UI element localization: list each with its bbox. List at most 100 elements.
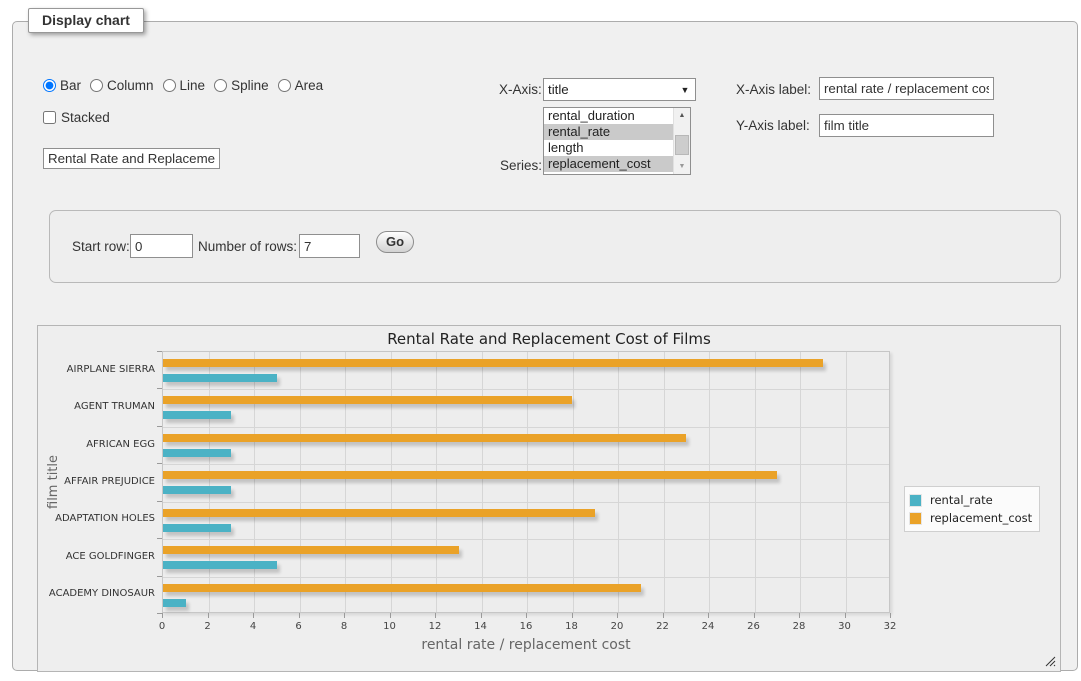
series-listbox[interactable]: rental_durationrental_ratelengthreplacem… [543, 107, 691, 175]
legend-swatch-rental-rate [909, 494, 922, 507]
fieldset-legend-text: Display chart [42, 12, 130, 28]
x-axis-label-label: X-Axis label: [736, 82, 811, 97]
x-tick-mark [572, 613, 573, 618]
x-axis-label-input[interactable] [819, 77, 994, 100]
y-tick-mark [157, 351, 162, 352]
x-tick-mark [390, 613, 391, 618]
series-select-label: Series: [500, 158, 542, 173]
chart-type-radio-line[interactable] [163, 79, 176, 92]
chart-type-label-spline: Spline [231, 78, 269, 93]
y-tick-mark [157, 538, 162, 539]
legend-swatch-replacement-cost [909, 512, 922, 525]
gridline-horizontal [163, 539, 889, 540]
category-label: AFRICAN EGG [38, 439, 155, 450]
gridline-vertical [209, 352, 210, 612]
chart-title-input[interactable] [43, 148, 220, 169]
x-axis-select[interactable]: title ▼ [543, 78, 696, 101]
x-tick-label: 8 [341, 621, 347, 632]
y-tick-mark [157, 501, 162, 502]
chart-type-option-bar[interactable]: Bar [43, 78, 81, 93]
gridline-horizontal [163, 427, 889, 428]
category-label: ADAPTATION HOLES [38, 513, 155, 524]
start-row-label: Start row: [72, 239, 130, 254]
x-axis-select-value: title [544, 82, 675, 97]
series-option-replacement-cost[interactable]: replacement_cost [544, 156, 673, 172]
series-listbox-scrollbar[interactable]: ▲ ▼ [673, 108, 690, 174]
category-label: AFFAIR PREJUDICE [38, 476, 155, 487]
y-tick-mark [157, 426, 162, 427]
gridline-vertical [254, 352, 255, 612]
bar-rental-rate-ace-goldfinger [163, 561, 277, 569]
bar-rental-rate-airplane-sierra [163, 374, 277, 382]
chart-legend: rental_ratereplacement_cost [904, 486, 1040, 532]
chart-type-radiogroup: Bar Column Line Spline Area [43, 78, 332, 93]
chevron-down-icon: ▼ [675, 85, 695, 95]
chart-title: Rental Rate and Replacement Cost of Film… [38, 330, 1060, 348]
chart-type-radio-column[interactable] [90, 79, 103, 92]
x-tick-mark [208, 613, 209, 618]
chart-type-label-area: Area [295, 78, 324, 93]
resize-handle-icon[interactable] [1045, 656, 1056, 667]
x-tick-label: 26 [747, 621, 760, 632]
series-option-length[interactable]: length [544, 140, 673, 156]
y-tick-mark [157, 576, 162, 577]
chart-type-radio-area[interactable] [278, 79, 291, 92]
bar-replacement-cost-african-egg [163, 434, 686, 442]
gridline-vertical [755, 352, 756, 612]
bar-replacement-cost-ace-goldfinger [163, 546, 459, 554]
x-tick-label: 14 [474, 621, 487, 632]
go-button[interactable]: Go [376, 231, 414, 253]
chart-type-radio-bar[interactable] [43, 79, 56, 92]
x-tick-label: 18 [565, 621, 578, 632]
gridline-vertical [300, 352, 301, 612]
chart-type-option-line[interactable]: Line [163, 78, 206, 93]
gridline-vertical [436, 352, 437, 612]
y-tick-mark [157, 388, 162, 389]
gridline-vertical [391, 352, 392, 612]
chart-type-option-area[interactable]: Area [278, 78, 324, 93]
x-tick-label: 32 [884, 621, 897, 632]
x-tick-mark [162, 613, 163, 618]
legend-label: replacement_cost [930, 511, 1032, 525]
chart-type-label-column: Column [107, 78, 154, 93]
x-tick-mark [435, 613, 436, 618]
chart-type-radio-spline[interactable] [214, 79, 227, 92]
fieldset-legend: Display chart [28, 8, 144, 33]
stacked-checkbox[interactable] [43, 111, 56, 124]
gridline-horizontal [163, 464, 889, 465]
bar-rental-rate-african-egg [163, 449, 231, 457]
x-tick-label: 4 [250, 621, 256, 632]
scroll-down-icon[interactable]: ▼ [674, 159, 690, 174]
y-tick-mark [157, 613, 162, 614]
scroll-up-icon[interactable]: ▲ [674, 108, 690, 123]
y-axis-label-input[interactable] [819, 114, 994, 137]
gridline-vertical [618, 352, 619, 612]
x-tick-label: 2 [204, 621, 210, 632]
y-tick-mark [157, 463, 162, 464]
gridline-horizontal [163, 389, 889, 390]
x-tick-mark [799, 613, 800, 618]
gridline-vertical [800, 352, 801, 612]
category-label: ACE GOLDFINGER [38, 551, 155, 562]
series-option-rental-duration[interactable]: rental_duration [544, 108, 673, 124]
x-tick-mark [481, 613, 482, 618]
bar-replacement-cost-academy-dinosaur [163, 584, 641, 592]
x-tick-label: 16 [520, 621, 533, 632]
x-tick-label: 20 [611, 621, 624, 632]
x-tick-mark [617, 613, 618, 618]
gridline-vertical [573, 352, 574, 612]
plot-area [162, 351, 890, 613]
x-tick-label: 6 [295, 621, 301, 632]
stacked-checkbox-row[interactable]: Stacked [43, 110, 110, 125]
chart-type-option-column[interactable]: Column [90, 78, 154, 93]
chart-type-option-spline[interactable]: Spline [214, 78, 269, 93]
bar-replacement-cost-adaptation-holes [163, 509, 595, 517]
number-of-rows-input[interactable] [299, 234, 360, 258]
x-tick-mark [663, 613, 664, 618]
x-axis-title: rental rate / replacement cost [162, 637, 890, 653]
series-option-rental-rate[interactable]: rental_rate [544, 124, 673, 140]
gridline-vertical [664, 352, 665, 612]
scrollbar-thumb[interactable] [675, 135, 689, 155]
bar-rental-rate-adaptation-holes [163, 524, 231, 532]
start-row-input[interactable] [130, 234, 193, 258]
